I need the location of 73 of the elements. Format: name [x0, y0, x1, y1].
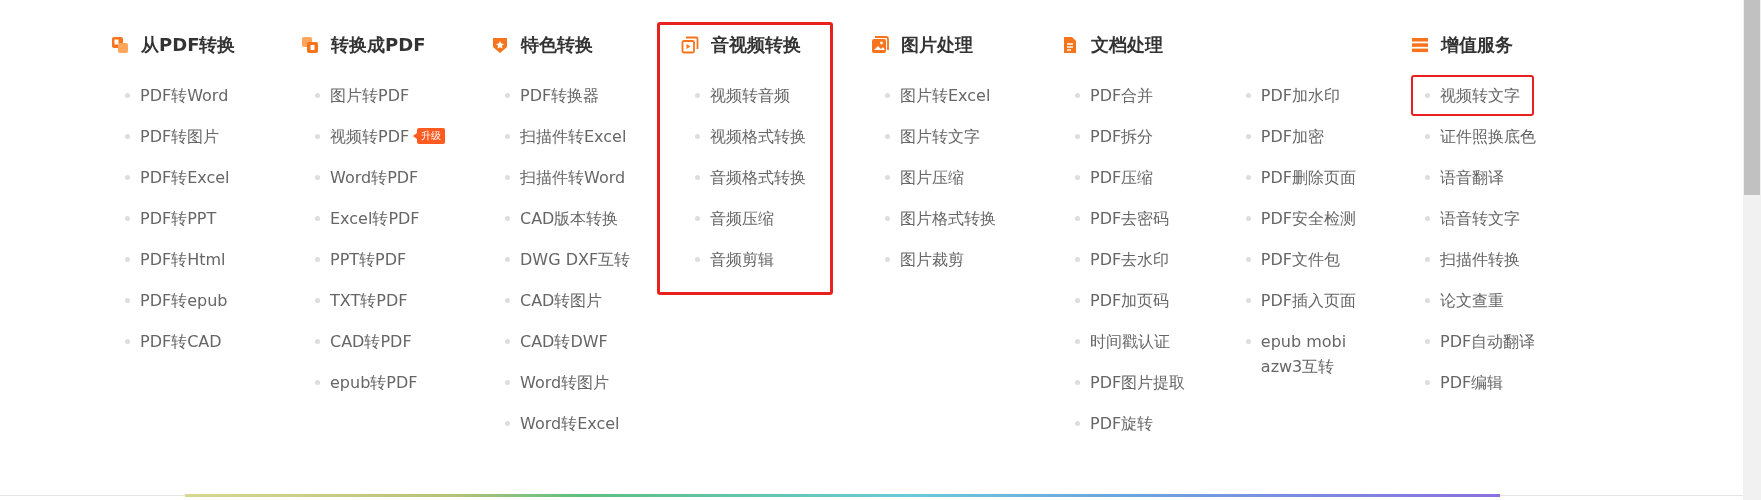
menu-item[interactable]: 图片转Excel — [871, 75, 1005, 116]
menu-item[interactable]: PDF删除页面 — [1231, 157, 1370, 198]
menu-item[interactable]: 图片压缩 — [871, 157, 978, 198]
menu-item[interactable]: PDF转Html — [111, 239, 240, 280]
group-title: 图片处理 — [901, 33, 973, 57]
pages-icon — [301, 36, 319, 54]
menu-item[interactable]: PDF加水印 — [1231, 75, 1354, 116]
menu-item[interactable]: PPT转PDF — [301, 239, 421, 280]
menu-item[interactable]: Word转图片 — [491, 362, 624, 403]
menu-item[interactable]: PDF去水印 — [1061, 239, 1184, 280]
menu-item[interactable]: 视频转文字 — [1411, 75, 1534, 116]
menu-item[interactable]: 图片格式转换 — [871, 198, 1010, 239]
menu-item[interactable]: TXT转PDF — [301, 280, 422, 321]
shield-star-icon — [491, 36, 509, 54]
group-title: 特色转换 — [521, 33, 593, 57]
menu-item[interactable]: 视频格式转换 — [681, 116, 820, 157]
group-title: 文档处理 — [1091, 33, 1163, 57]
group-title: 从PDF转换 — [141, 33, 236, 57]
menu-item[interactable]: 扫描件转换 — [1411, 239, 1534, 280]
menu-item[interactable]: PDF转换器 — [491, 75, 614, 116]
menu-item[interactable]: Excel转PDF — [301, 198, 434, 239]
menu-item[interactable]: PDF加页码 — [1061, 280, 1184, 321]
menu-item[interactable]: 证件照换底色 — [1411, 116, 1550, 157]
group-title: 音视频转换 — [711, 33, 801, 57]
menu-item[interactable]: PDF编辑 — [1411, 362, 1518, 403]
menu-item[interactable]: DWG DXF互转 — [491, 239, 645, 280]
image-icon — [871, 36, 889, 54]
menu-item[interactable]: 时间戳认证 — [1061, 321, 1184, 362]
menu-item[interactable]: 语音翻译 — [1411, 157, 1518, 198]
menu-item[interactable]: PDF转CAD — [111, 321, 236, 362]
menu-item[interactable]: epub转PDF — [301, 362, 432, 403]
menu-item[interactable]: Word转PDF — [301, 157, 433, 198]
menu-item[interactable]: 音频格式转换 — [681, 157, 820, 198]
menu-item[interactable]: PDF旋转 — [1061, 403, 1168, 444]
menu-item[interactable]: PDF插入页面 — [1231, 280, 1370, 321]
menu-item[interactable]: 视频转PDF 升级 — [301, 116, 460, 157]
menu-item[interactable]: 视频转音频 — [681, 75, 804, 116]
menu-item[interactable]: 语音转文字 — [1411, 198, 1534, 239]
menu-item[interactable]: epub mobi azw3互转 — [1231, 321, 1370, 387]
menu-item[interactable]: 音频压缩 — [681, 198, 788, 239]
menu-item[interactable]: PDF去密码 — [1061, 198, 1184, 239]
menu-item[interactable]: PDF安全检测 — [1231, 198, 1370, 239]
menu-item[interactable]: PDF压缩 — [1061, 157, 1168, 198]
document-icon — [1061, 36, 1079, 54]
menu-item[interactable]: 图片裁剪 — [871, 239, 978, 280]
pages-icon — [111, 36, 129, 54]
group-title: 增值服务 — [1441, 33, 1513, 57]
menu-item[interactable]: 图片转PDF — [301, 75, 424, 116]
menu-item[interactable]: CAD转PDF — [301, 321, 426, 362]
menu-item[interactable]: PDF自动翻译 — [1411, 321, 1550, 362]
menu-item[interactable]: PDF转Excel — [111, 157, 244, 198]
menu-item[interactable]: PDF转Word — [111, 75, 243, 116]
menu-item[interactable]: Word转Excel — [491, 403, 634, 444]
list-icon — [1411, 36, 1429, 54]
menu-item[interactable]: 扫描件转Excel — [491, 116, 641, 157]
menu-item[interactable]: PDF加密 — [1231, 116, 1338, 157]
menu-item[interactable]: 论文查重 — [1411, 280, 1518, 321]
menu-item[interactable]: 扫描件转Word — [491, 157, 640, 198]
menu-item[interactable]: CAD转DWF — [491, 321, 622, 362]
menu-item[interactable]: PDF转图片 — [111, 116, 234, 157]
menu-item[interactable]: 图片转文字 — [871, 116, 994, 157]
menu-item[interactable]: PDF文件包 — [1231, 239, 1354, 280]
scrollbar[interactable] — [1743, 0, 1761, 500]
menu-item[interactable]: PDF图片提取 — [1061, 362, 1200, 403]
menu-item[interactable]: PDF合并 — [1061, 75, 1168, 116]
menu-item[interactable]: CAD转图片 — [491, 280, 617, 321]
play-icon — [681, 36, 699, 54]
menu-item[interactable]: CAD版本转换 — [491, 198, 633, 239]
menu-item[interactable]: PDF转PPT — [111, 198, 231, 239]
menu-item[interactable]: 音频剪辑 — [681, 239, 788, 280]
group-title: 转换成PDF — [331, 33, 426, 57]
menu-item[interactable]: PDF转epub — [111, 280, 242, 321]
menu-item[interactable]: PDF拆分 — [1061, 116, 1168, 157]
